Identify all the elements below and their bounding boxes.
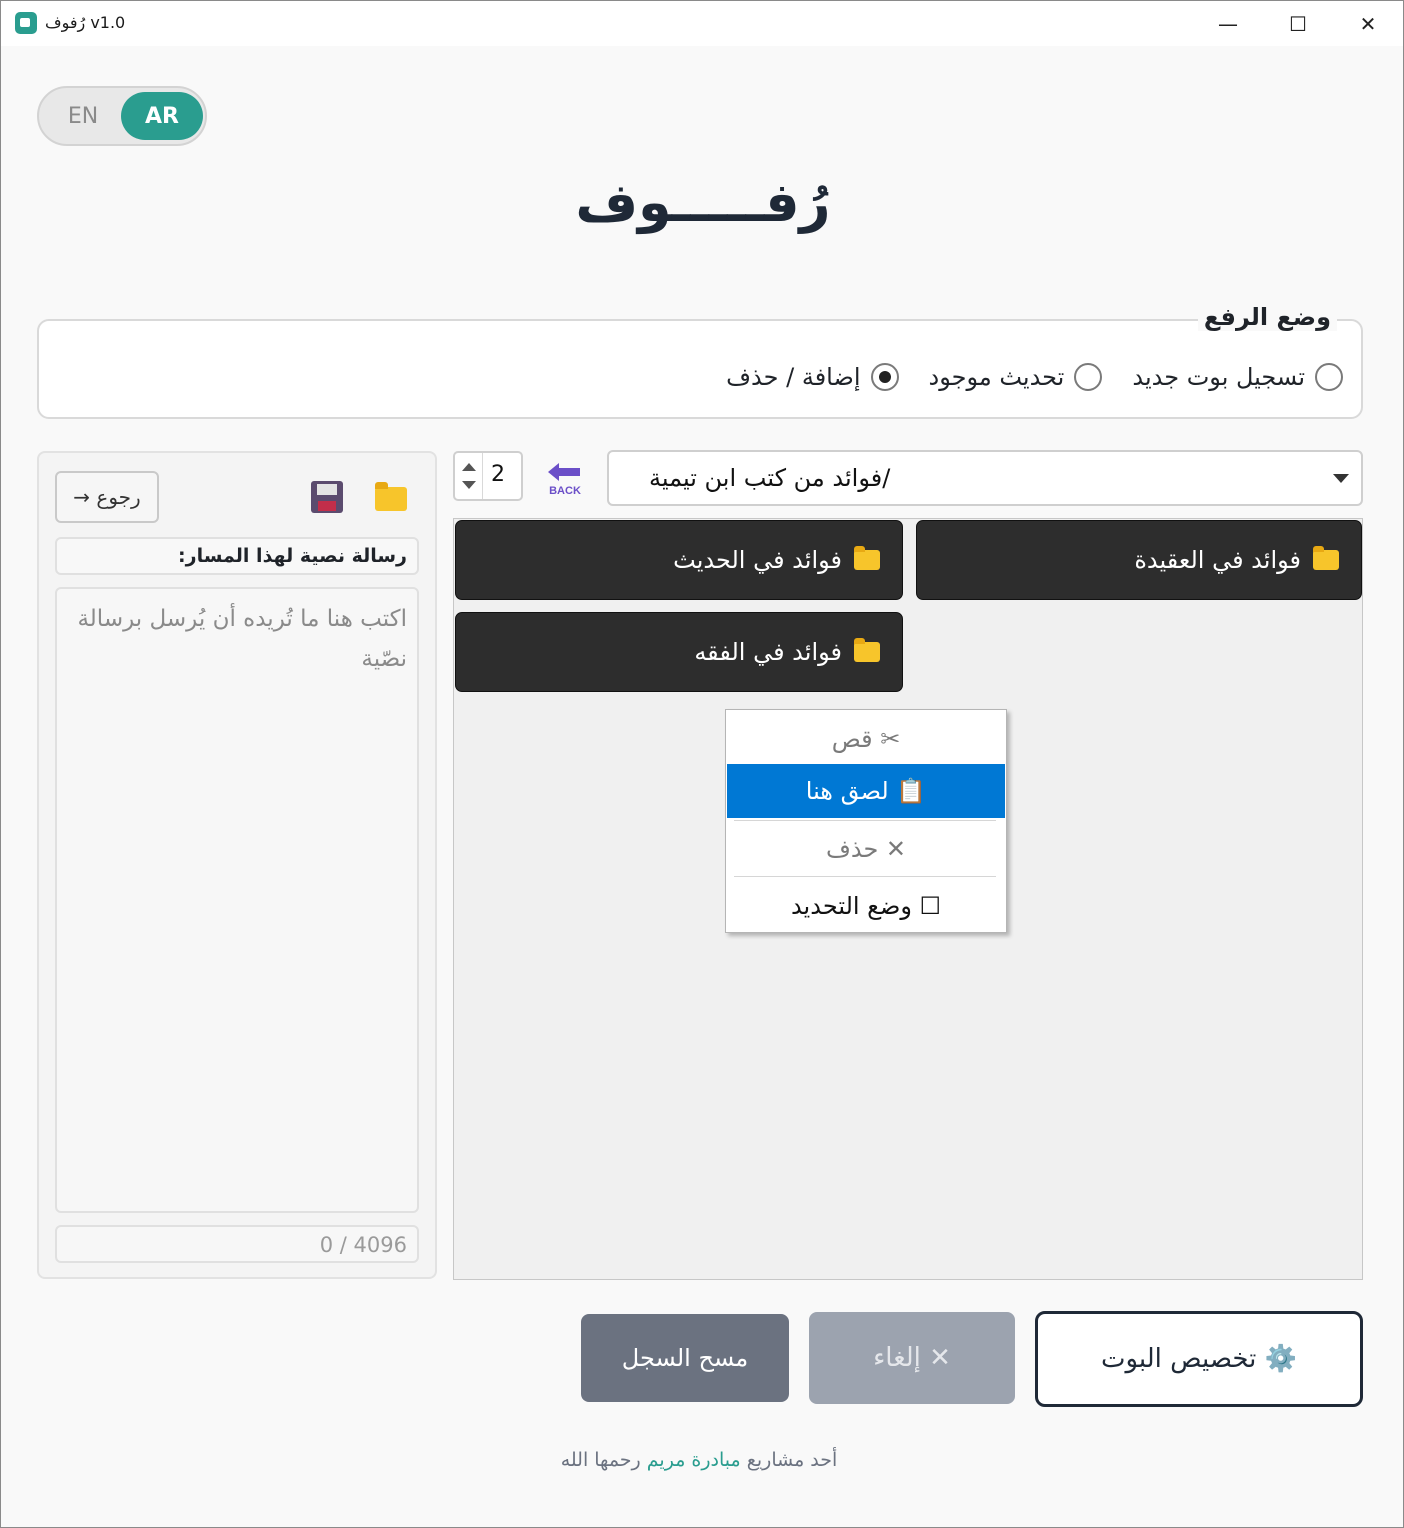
spin-up-icon[interactable] xyxy=(462,463,476,471)
context-menu: ✂ قص 📋 لصق هنا ✕ حذف ☐ وضع التحديد xyxy=(725,709,1007,933)
folder-button-label: فوائد في الفقه xyxy=(694,638,842,666)
radio-update-existing-label: تحديث موجود xyxy=(928,363,1065,391)
radio-add-delete[interactable]: إضافة / حذف xyxy=(726,363,899,391)
lang-ar-option[interactable]: AR xyxy=(121,92,203,140)
close-button[interactable]: ✕ xyxy=(1333,1,1403,46)
columns-spinbox[interactable]: 2 xyxy=(453,451,523,501)
folder-button[interactable]: فوائد في الحديث xyxy=(455,520,903,600)
language-toggle[interactable]: EN AR xyxy=(37,86,207,146)
menu-separator xyxy=(734,820,996,821)
folder-icon xyxy=(854,638,880,662)
customize-bot-button[interactable]: ⚙️ تخصيص البوت xyxy=(1035,1311,1363,1407)
folder-button[interactable]: فوائد في العقيدة xyxy=(916,520,1362,600)
minimize-button[interactable]: — xyxy=(1193,1,1263,46)
spinbox-arrows[interactable] xyxy=(455,453,483,499)
folder-button-label: فوائد في العقيدة xyxy=(1134,546,1301,574)
char-counter: 0 / 4096 xyxy=(55,1225,419,1263)
radio-new-bot[interactable]: تسجيل بوت جديد xyxy=(1132,363,1343,391)
upload-mode-group: وضع الرفع تسجيل بوت جديد تحديث موجود إضا… xyxy=(37,303,1363,419)
chevron-down-icon[interactable] xyxy=(1333,474,1349,483)
radio-add-delete-label: إضافة / حذف xyxy=(726,363,861,391)
app-window: رُفوف v1.0 — ☐ ✕ EN AR رُفـــــوف وضع ال… xyxy=(0,0,1404,1528)
folder-icon xyxy=(854,546,880,570)
path-dropdown[interactable]: /فوائد من كتب ابن تيمية xyxy=(607,450,1363,506)
window-title: رُفوف v1.0 xyxy=(45,13,126,32)
app-icon xyxy=(15,12,37,34)
path-message-label: رسالة نصية لهذا المسار: xyxy=(55,537,419,575)
back-arrow-icon[interactable]: BACK xyxy=(546,461,584,497)
footer-credit: أحد مشاريع مبادرة مريم رحمها الله xyxy=(1,1449,1397,1471)
return-button[interactable]: → رجوع xyxy=(55,471,159,523)
folder-button[interactable]: فوائد في الفقه xyxy=(455,612,903,692)
message-panel: → رجوع رسالة نصية لهذا المسار: اكتب هنا … xyxy=(37,451,437,1279)
footer-suffix: رحمها الله xyxy=(560,1449,641,1471)
maximize-button[interactable]: ☐ xyxy=(1263,1,1333,46)
radio-update-existing-circle[interactable] xyxy=(1074,363,1103,391)
footer-link[interactable]: مبادرة مريم xyxy=(647,1449,741,1471)
upload-mode-options: تسجيل بوت جديد تحديث موجود إضافة / حذف xyxy=(708,363,1343,391)
folder-button-label: فوائد في الحديث xyxy=(673,546,842,574)
radio-new-bot-circle[interactable] xyxy=(1315,363,1343,391)
back-arrow-label: BACK xyxy=(549,485,581,497)
title-bar: رُفوف v1.0 — ☐ ✕ xyxy=(1,1,1403,46)
radio-add-delete-circle[interactable] xyxy=(870,363,899,391)
lang-en-option[interactable]: EN xyxy=(53,88,113,144)
spin-down-icon[interactable] xyxy=(462,481,476,489)
upload-mode-title: وضع الرفع xyxy=(1197,303,1337,331)
folder-icon[interactable] xyxy=(375,482,407,511)
app-title: رُفـــــوف xyxy=(575,171,831,234)
radio-new-bot-label: تسجيل بوت جديد xyxy=(1132,363,1305,391)
footer-prefix: أحد مشاريع xyxy=(746,1449,838,1471)
floppy-disk-icon[interactable] xyxy=(311,481,343,513)
radio-update-existing[interactable]: تحديث موجود xyxy=(929,363,1103,391)
menu-item-cut[interactable]: ✂ قص xyxy=(727,712,1005,766)
menu-item-select-mode[interactable]: ☐ وضع التحديد xyxy=(727,879,1005,933)
menu-separator xyxy=(734,876,996,877)
menu-item-delete[interactable]: ✕ حذف xyxy=(727,822,1005,876)
menu-item-paste[interactable]: 📋 لصق هنا xyxy=(727,764,1005,818)
clear-log-button[interactable]: مسح السجل xyxy=(581,1314,789,1402)
columns-value[interactable]: 2 xyxy=(491,462,505,487)
message-textarea[interactable]: اكتب هنا ما تُريده أن يُرسل برسالة نصّية xyxy=(55,587,419,1213)
folder-icon xyxy=(1313,546,1339,570)
current-path: /فوائد من كتب ابن تيمية xyxy=(649,464,891,492)
cancel-button[interactable]: ✕ إلغاء xyxy=(809,1312,1015,1404)
